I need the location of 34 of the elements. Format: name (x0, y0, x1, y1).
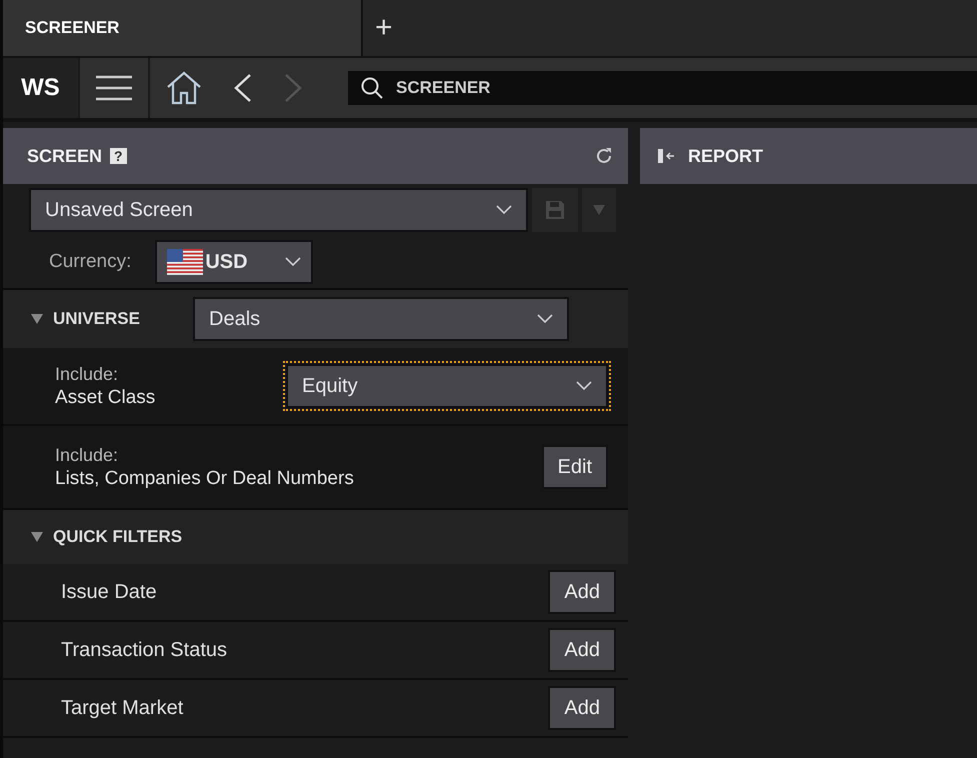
panel-title: REPORT (688, 146, 764, 166)
edit-button[interactable]: Edit (542, 445, 608, 489)
asset-class-select[interactable]: Equity (286, 364, 608, 408)
triangle-icon[interactable] (31, 314, 43, 324)
search-field[interactable]: SCREENER (348, 71, 977, 105)
tab[interactable]: SCREENER (3, 0, 363, 56)
include-label: Include: (55, 364, 120, 384)
logo[interactable]: WS (3, 58, 80, 118)
search-icon (360, 76, 384, 100)
chevron-icon (496, 205, 512, 215)
chevron-icon (576, 381, 592, 391)
currency-select[interactable]: USD (155, 240, 314, 284)
chevron-icon (537, 314, 553, 324)
refresh-icon[interactable] (594, 146, 614, 166)
add-button[interactable]: Add (548, 686, 616, 730)
criterion-label: Asset Class (55, 386, 156, 408)
add-button[interactable]: Add (548, 570, 616, 614)
include-label: Include: (55, 444, 120, 466)
help-button[interactable]: ? (110, 148, 127, 164)
currency-label: Currency: (49, 251, 132, 273)
triangle-icon[interactable] (31, 532, 43, 542)
screen-select[interactable]: Unsaved Screen (29, 188, 528, 232)
new-tab-button[interactable]: + (363, 0, 405, 56)
universe-select[interactable]: Deals (193, 297, 569, 341)
panel-title: SCREEN (27, 146, 102, 166)
add-button[interactable]: Add (548, 628, 616, 672)
filter-label: Transaction Status (61, 638, 228, 662)
criterion-label: Lists, Companies Or Deal Numbers (55, 468, 355, 490)
chevron-icon (285, 257, 302, 267)
filter-label: Issue Date (61, 580, 158, 604)
filter-label: Target Market (61, 696, 184, 720)
section-title: QUICK FILTERS (53, 527, 182, 547)
flag-icon (167, 249, 204, 275)
section-title: UNIVERSE (53, 309, 141, 329)
